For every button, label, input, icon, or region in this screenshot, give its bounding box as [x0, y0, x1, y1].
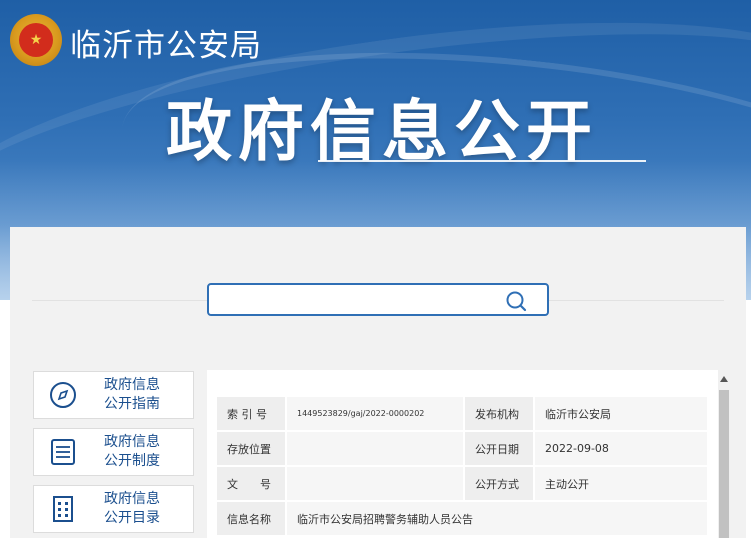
disclosure-method-value: 主动公开 [533, 465, 709, 502]
content-panel: 政府信息 公开指南 政府信息 公开制度 政府信息 公开目录 索 引 号 1449… [10, 227, 746, 538]
title-underline [318, 160, 646, 162]
sidebar-item-catalog[interactable]: 政府信息 公开目录 [33, 485, 194, 533]
scroll-thumb[interactable] [719, 390, 729, 538]
document-number-value [285, 465, 465, 502]
search-box [207, 283, 549, 316]
search-input[interactable] [217, 289, 497, 311]
scroll-up-icon[interactable] [720, 376, 728, 382]
document-number-label: 文 号 [215, 465, 287, 502]
metadata-table: 索 引 号 1449523829/gaj/2022-0000202 发布机构 临… [215, 395, 709, 537]
storage-location-value [285, 430, 465, 467]
sidebar-item-label: 政府信息 公开制度 [104, 434, 160, 469]
publish-date-value: 2022-09-08 [533, 430, 709, 467]
agency-name[interactable]: 临沂市公安局 [70, 20, 262, 65]
compass-icon [34, 372, 92, 418]
sidebar-item-guide[interactable]: 政府信息 公开指南 [33, 371, 194, 419]
scrollbar[interactable] [718, 370, 730, 538]
index-number-value: 1449523829/gaj/2022-0000202 [285, 395, 465, 432]
national-emblem-icon: ★ [10, 14, 62, 66]
document-icon [34, 429, 92, 475]
sidebar-item-label: 政府信息 公开指南 [104, 377, 160, 412]
table-row: 存放位置 公开日期 2022-09-08 [215, 430, 709, 467]
grid-list-icon [34, 486, 92, 532]
table-row: 信息名称 临沂市公安局招聘警务辅助人员公告 [215, 500, 709, 537]
info-table-panel: 索 引 号 1449523829/gaj/2022-0000202 发布机构 临… [207, 370, 730, 538]
sidebar-item-label: 政府信息 公开目录 [104, 491, 160, 526]
search-icon[interactable] [505, 290, 527, 312]
publisher-label: 发布机构 [463, 395, 535, 432]
disclosure-method-label: 公开方式 [463, 465, 535, 502]
table-row: 文 号 公开方式 主动公开 [215, 465, 709, 502]
table-row: 索 引 号 1449523829/gaj/2022-0000202 发布机构 临… [215, 395, 709, 432]
info-name-value: 临沂市公安局招聘警务辅助人员公告 [285, 500, 709, 537]
storage-location-label: 存放位置 [215, 430, 287, 467]
sidebar-item-rules[interactable]: 政府信息 公开制度 [33, 428, 194, 476]
publisher-value: 临沂市公安局 [533, 395, 709, 432]
info-name-label: 信息名称 [215, 500, 287, 537]
index-number-label: 索 引 号 [215, 395, 287, 432]
publish-date-label: 公开日期 [463, 430, 535, 467]
